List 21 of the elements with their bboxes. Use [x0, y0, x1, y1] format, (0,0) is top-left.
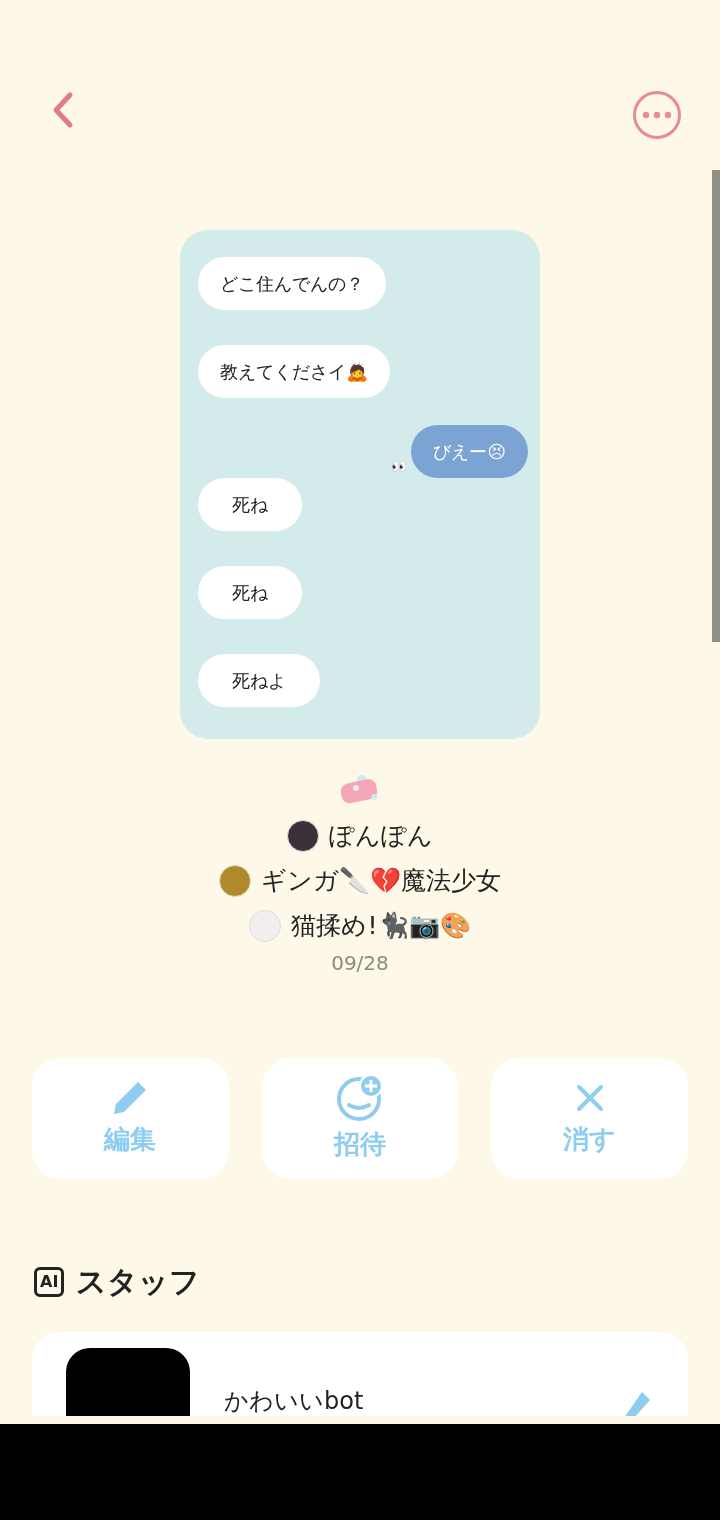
bot-name: かわいいbot	[224, 1386, 365, 1416]
date-label: 09/28	[331, 950, 389, 977]
member-name: ギンガ🔪💔魔法少女	[261, 864, 501, 897]
action-button[interactable]: 招待	[261, 1058, 459, 1179]
message-bubble: 死ねよ	[198, 654, 320, 707]
action-button[interactable]: 消す	[491, 1058, 688, 1179]
message-bubble: 死ね	[198, 478, 302, 531]
section-title: スタッフ	[76, 1263, 201, 1301]
more-options-icon[interactable]	[632, 90, 682, 140]
message-bubble: 教えてくださイ🙇	[198, 345, 390, 398]
message-bubble: 死ね	[198, 566, 302, 619]
message-bubble: びえー😣	[411, 425, 528, 478]
member-name: 猫揉め!🐈‍⬛📷🎨	[291, 909, 471, 942]
member-name: ぽんぽん	[329, 819, 433, 852]
avatar	[249, 909, 282, 942]
message-bubble: どこ住んでんの？	[198, 257, 386, 310]
avatar	[219, 864, 251, 897]
avatar	[287, 819, 319, 852]
ai-badge: AI	[34, 1266, 65, 1297]
reaction-emoji: 👀	[391, 457, 408, 476]
action-button[interactable]: 編集	[32, 1058, 229, 1179]
